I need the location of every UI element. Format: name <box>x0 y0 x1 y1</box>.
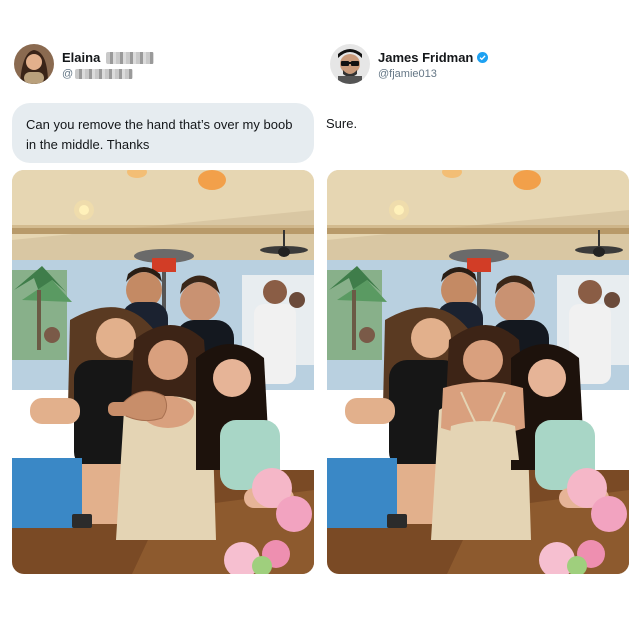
edited-photo[interactable] <box>327 170 629 574</box>
request-message-text: Can you remove the hand that’s over my b… <box>26 117 293 152</box>
display-name[interactable]: James Fridman <box>378 50 473 65</box>
right-tweet-header: James Fridman @fjamie013 <box>330 44 489 92</box>
redacted-name-blur <box>106 51 155 64</box>
left-tweet: Elaina @ Can you remove the hand that’s … <box>0 0 320 640</box>
user-avatar-woman[interactable] <box>14 44 54 84</box>
original-photo[interactable] <box>12 170 314 574</box>
left-tweet-header: Elaina @ <box>14 44 155 92</box>
request-message-bubble: Can you remove the hand that’s over my b… <box>12 103 314 163</box>
right-tweet: James Fridman @fjamie013 Sure. <box>320 0 640 640</box>
display-name[interactable]: Elaina <box>62 50 100 65</box>
verified-badge-icon <box>477 52 489 63</box>
user-avatar-man-sunglasses[interactable] <box>330 44 370 84</box>
user-handle[interactable]: @ <box>62 68 73 80</box>
user-handle[interactable]: @fjamie013 <box>378 68 437 80</box>
redacted-handle-blur <box>75 69 134 79</box>
reply-message-text: Sure. <box>326 116 358 131</box>
